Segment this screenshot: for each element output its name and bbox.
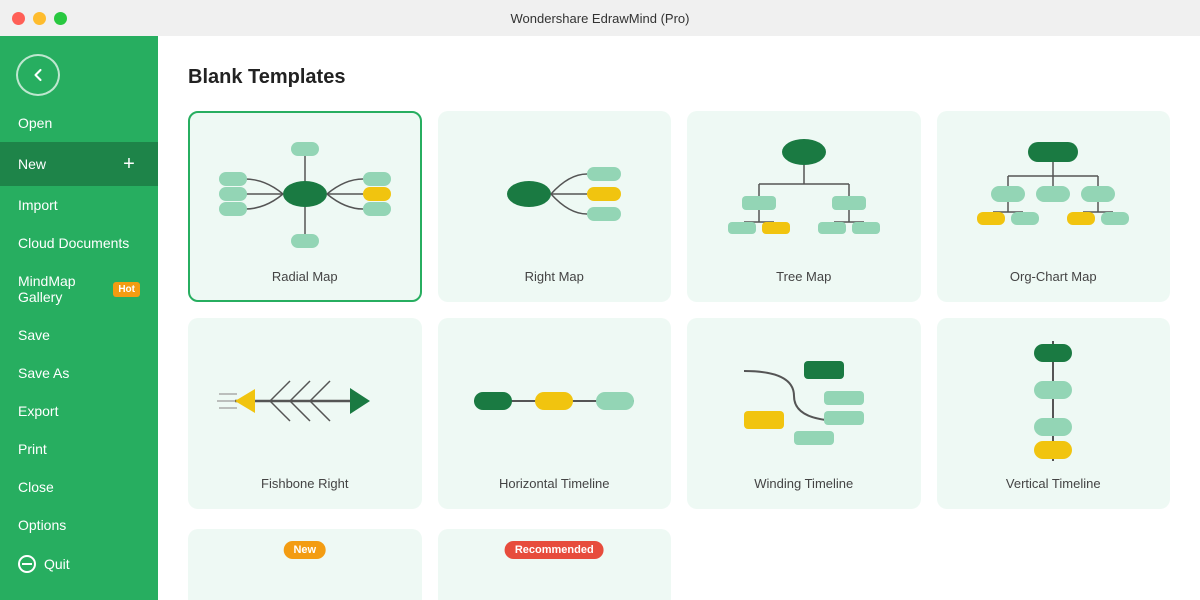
sidebar-item-save[interactable]: Save: [0, 316, 158, 354]
new-plus-icon[interactable]: +: [118, 153, 140, 175]
template-card-tree[interactable]: Tree Map: [687, 111, 921, 302]
template-card-horizontal[interactable]: Horizontal Timeline: [438, 318, 672, 509]
template-preview-horizontal: [456, 336, 654, 466]
quit-button[interactable]: Quit: [0, 544, 158, 584]
back-button[interactable]: [16, 54, 60, 96]
template-preview-fishbone: [206, 336, 404, 466]
template-name-right: Right Map: [525, 269, 584, 284]
template-card-radial[interactable]: Radial Map: [188, 111, 422, 302]
template-card-recommended-partial[interactable]: Recommended: [438, 529, 672, 600]
window-controls: [12, 12, 67, 25]
template-name-tree: Tree Map: [776, 269, 831, 284]
template-name-vertical: Vertical Timeline: [1006, 476, 1101, 491]
template-preview-tree: [705, 129, 903, 259]
template-grid-bottom: New Recommended: [188, 529, 1170, 600]
template-preview-winding: [705, 336, 903, 466]
template-card-vertical[interactable]: Vertical Timeline: [937, 318, 1171, 509]
template-name-radial: Radial Map: [272, 269, 338, 284]
template-name-fishbone: Fishbone Right: [261, 476, 348, 491]
template-preview-radial: [206, 129, 404, 259]
template-name-orgchart: Org-Chart Map: [1010, 269, 1097, 284]
template-card-orgchart[interactable]: Org-Chart Map: [937, 111, 1171, 302]
sidebar-item-close[interactable]: Close: [0, 468, 158, 506]
section-title: Blank Templates: [188, 66, 1170, 89]
template-name-winding: Winding Timeline: [754, 476, 853, 491]
hot-badge: Hot: [113, 282, 140, 297]
sidebar-item-import[interactable]: Import: [0, 186, 158, 224]
template-grid: Radial Map Ri: [188, 111, 1170, 509]
template-preview-right: [456, 129, 654, 259]
sidebar-item-cloud[interactable]: Cloud Documents: [0, 224, 158, 262]
sidebar-item-gallery[interactable]: MindMap Gallery Hot: [0, 262, 158, 316]
template-preview-orgchart: [955, 129, 1153, 259]
sidebar-item-open[interactable]: Open: [0, 104, 158, 142]
quit-label: Quit: [44, 556, 70, 572]
template-card-right[interactable]: Right Map: [438, 111, 672, 302]
template-card-fishbone[interactable]: Fishbone Right: [188, 318, 422, 509]
sidebar-item-saveas[interactable]: Save As: [0, 354, 158, 392]
new-badge: New: [283, 541, 326, 559]
maximize-button[interactable]: [54, 12, 67, 25]
template-card-winding[interactable]: Winding Timeline: [687, 318, 921, 509]
sidebar-bottom: Quit: [0, 544, 158, 600]
quit-icon: [18, 555, 36, 573]
sidebar-item-new[interactable]: New +: [0, 142, 158, 186]
template-preview-vertical: [955, 336, 1153, 466]
app-title: Wondershare EdrawMind (Pro): [511, 11, 690, 26]
title-bar: Wondershare EdrawMind (Pro): [0, 0, 1200, 36]
sidebar: Open New + Import Cloud Documents MindMa…: [0, 36, 158, 600]
app-container: Open New + Import Cloud Documents MindMa…: [0, 36, 1200, 600]
main-content: Blank Templates: [158, 36, 1200, 600]
minimize-button[interactable]: [33, 12, 46, 25]
sidebar-item-options[interactable]: Options: [0, 506, 158, 544]
sidebar-item-export[interactable]: Export: [0, 392, 158, 430]
sidebar-item-print[interactable]: Print: [0, 430, 158, 468]
recommended-badge: Recommended: [505, 541, 604, 559]
template-name-horizontal: Horizontal Timeline: [499, 476, 610, 491]
template-card-new-partial[interactable]: New: [188, 529, 422, 600]
close-button[interactable]: [12, 12, 25, 25]
